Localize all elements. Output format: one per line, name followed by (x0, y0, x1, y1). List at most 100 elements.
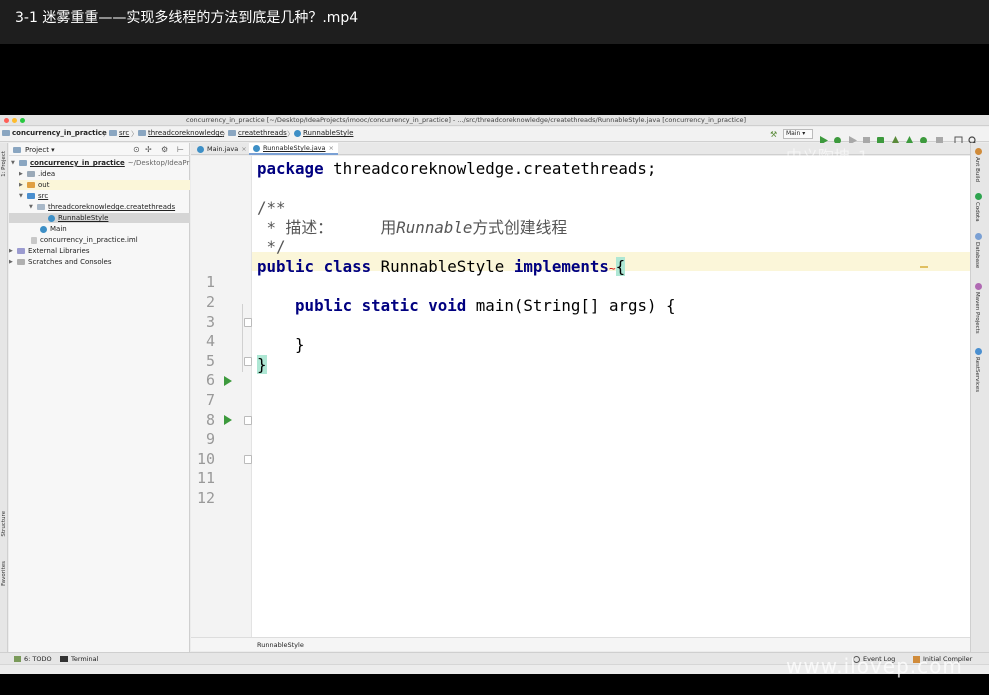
todo-icon (14, 656, 21, 662)
class-icon (253, 144, 260, 152)
structure-tool-tab[interactable]: Structure (1, 511, 7, 537)
window-title: concurrency_in_practice [~/Desktop/IdeaP… (186, 116, 747, 124)
tree-item-src[interactable]: ▼ src (19, 191, 48, 201)
hide-icon[interactable]: ⊢ (177, 145, 184, 154)
maven-tool-tab[interactable]: Maven Projects (974, 292, 980, 334)
tree-item-main[interactable]: Main (40, 224, 67, 234)
project-tool-tab[interactable]: 1: Project (1, 151, 7, 177)
video-title-bar: 3-1 迷雾重重——实现多线程的方法到底是几种？.mp4 (0, 0, 989, 44)
git-icon[interactable] (919, 130, 928, 144)
folder-icon (19, 160, 27, 166)
right-tool-strip: Ant Build Codota Database Maven Projects… (970, 143, 989, 652)
breadcrumb-package[interactable]: threadcoreknowledge (138, 129, 224, 137)
code-line-4: * 描述： 用Runnable方式创建线程 (257, 218, 568, 237)
tree-item-scratches[interactable]: ▶ Scratches and Consoles (9, 257, 112, 267)
run-icon[interactable] (819, 130, 828, 145)
chevron-right-icon[interactable]: ▶ (9, 259, 14, 265)
class-icon (40, 225, 47, 233)
tree-item-runnablestyle[interactable]: RunnableStyle (9, 213, 190, 223)
maven-icon (975, 283, 982, 290)
footer-breadcrumb-class[interactable]: RunnableStyle (257, 641, 304, 649)
code-line-6: public class RunnableStyle implements~{ (257, 257, 626, 276)
breadcrumb-class[interactable]: RunnableStyle (294, 129, 353, 137)
tab-main-java[interactable]: Main.java × (193, 143, 251, 155)
update-icon[interactable] (891, 130, 900, 145)
navigation-bar: concurrency_in_practice 〉 src 〉 threadco… (0, 127, 989, 146)
structure-icon[interactable] (954, 130, 963, 145)
tree-item-iml[interactable]: concurrency_in_practice.iml (31, 235, 138, 245)
collapse-icon[interactable]: ✢ (145, 145, 152, 154)
chevron-down-icon[interactable]: ▼ (11, 160, 16, 166)
project-view-select[interactable]: Project ▾ (25, 146, 55, 154)
chevron-down-icon[interactable]: ▼ (19, 193, 24, 199)
breadcrumb-project[interactable]: concurrency_in_practice (2, 129, 107, 137)
close-tab-icon[interactable]: × (241, 145, 246, 153)
code-line-3: /** (257, 198, 286, 217)
class-icon (294, 129, 301, 137)
chevron-down-icon[interactable]: ▼ (29, 204, 34, 210)
warning-stripe-mark[interactable] (920, 266, 928, 268)
tree-item-idea[interactable]: ▶ .idea (19, 169, 55, 179)
code-line-1: package threadcoreknowledge.createthread… (257, 159, 657, 178)
breadcrumb-src[interactable]: src (109, 129, 129, 137)
code-line-5: */ (257, 237, 286, 256)
codota-tool-tab[interactable]: Codota (974, 202, 980, 222)
coverage-icon[interactable] (848, 130, 857, 145)
favorites-tool-tab[interactable]: Favorites (1, 561, 7, 586)
code-area: package threadcoreknowledge.createthread… (191, 156, 970, 637)
video-title: 3-1 迷雾重重——实现多线程的方法到底是几种？.mp4 (15, 10, 359, 26)
codota-icon (975, 193, 982, 200)
maximize-window-icon[interactable] (20, 118, 25, 123)
close-window-icon[interactable] (4, 118, 9, 123)
tree-item-out[interactable]: ▶ out (19, 180, 190, 190)
todo-tool-button[interactable]: 6: TODO (14, 655, 52, 663)
breadcrumb-separator: 〉 (287, 130, 294, 138)
ide-window: concurrency_in_practice [~/Desktop/IdeaP… (0, 115, 989, 674)
rest-services-tool-tab[interactable]: RestServices (974, 357, 980, 392)
tree-item-external-libraries[interactable]: ▶ External Libraries (9, 246, 90, 256)
profile-icon[interactable] (862, 130, 871, 144)
locate-icon[interactable]: ⊙ (133, 145, 140, 154)
folder-icon (27, 182, 35, 188)
chevron-right-icon[interactable]: ▶ (19, 171, 24, 177)
class-icon (197, 145, 204, 153)
rest-services-icon (975, 348, 982, 355)
search-icon[interactable] (968, 130, 978, 146)
folder-icon (2, 130, 10, 136)
left-tool-strip: 1: Project Structure Favorites (0, 143, 8, 652)
ant-build-tool-tab[interactable]: Ant Build (974, 157, 980, 182)
build-icon[interactable] (876, 130, 885, 144)
stop-icon[interactable] (935, 130, 944, 144)
tab-runnablestyle-java[interactable]: RunnableStyle.java × (249, 143, 338, 155)
terminal-tool-button[interactable]: Terminal (60, 655, 98, 663)
tree-item-project-root[interactable]: ▼ concurrency_in_practice ~/Desktop/Idea… (11, 158, 189, 168)
gear-icon[interactable]: ⚙ (161, 145, 168, 154)
breadcrumb-separator: 〉 (131, 130, 138, 138)
project-panel: Project ▾ ⊙ ✢ ⚙ ⊢ ▼ concurrency_in_pract… (9, 143, 190, 652)
package-icon (138, 130, 146, 136)
watermark-bottom: www.ilovep.com (786, 654, 963, 678)
breadcrumb-subpackage[interactable]: createthreads (228, 129, 287, 137)
debug-icon[interactable] (833, 130, 842, 144)
package-icon (37, 204, 45, 210)
attach-icon[interactable] (905, 130, 914, 145)
close-tab-icon[interactable]: × (329, 144, 334, 152)
folder-icon (109, 130, 117, 136)
error-squiggle: ~ (608, 262, 616, 275)
library-icon (17, 248, 25, 254)
project-view-icon (13, 147, 21, 153)
editor-breadcrumb-footer: RunnableStyle (191, 637, 970, 651)
package-icon (228, 130, 236, 136)
class-icon (48, 214, 55, 222)
run-configuration-select[interactable]: Main ▾ (783, 129, 813, 139)
chevron-right-icon[interactable]: ▶ (9, 248, 14, 254)
minimize-window-icon[interactable] (12, 118, 17, 123)
window-titlebar: concurrency_in_practice [~/Desktop/IdeaP… (0, 115, 989, 126)
database-tool-tab[interactable]: Database (974, 242, 980, 268)
terminal-icon (60, 656, 68, 662)
chevron-right-icon[interactable]: ▶ (19, 182, 24, 188)
tree-item-package[interactable]: ▼ threadcoreknowledge.createthreads (29, 202, 175, 212)
editor-tab-bar: Main.java × RunnableStyle.java × (191, 143, 989, 155)
code-line-8: public static void main(String[] args) { (295, 296, 676, 315)
hammer-icon[interactable]: ⚒ (770, 130, 779, 139)
